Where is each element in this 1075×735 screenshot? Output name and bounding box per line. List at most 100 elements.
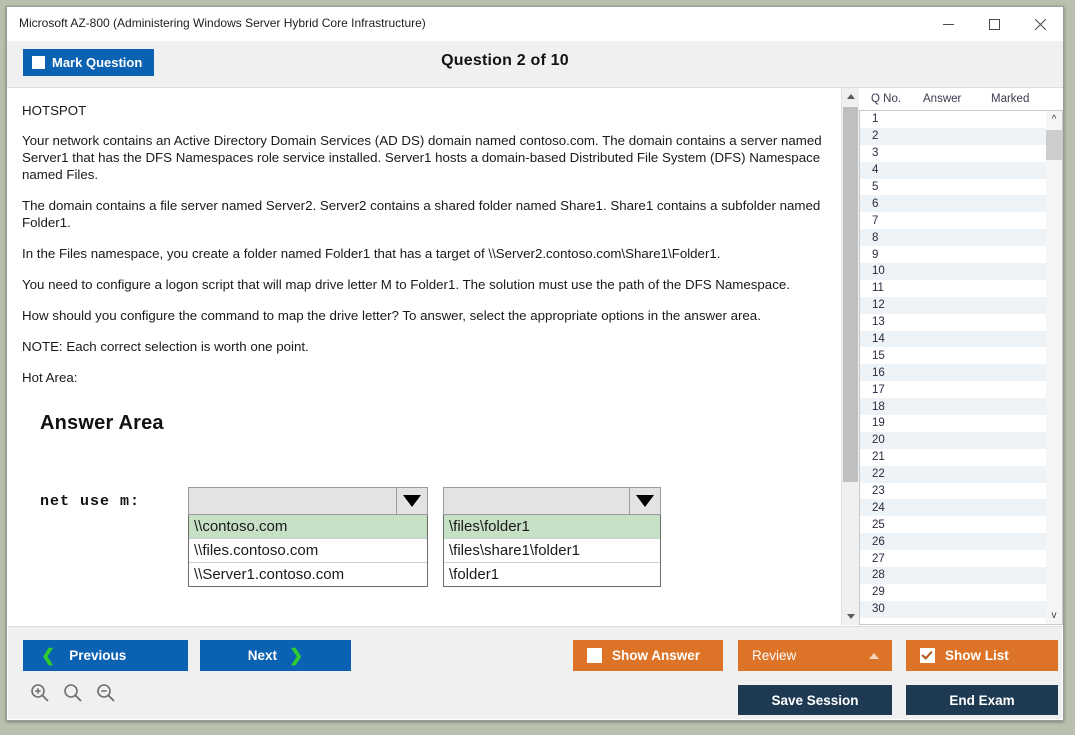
- dropdown-namespace-path-button[interactable]: [188, 487, 428, 515]
- close-icon[interactable]: [1017, 7, 1063, 41]
- table-row[interactable]: 7: [860, 212, 1046, 230]
- maximize-icon[interactable]: [971, 7, 1017, 41]
- cell-question-number: 8: [872, 231, 879, 244]
- content-scrollbar[interactable]: [841, 88, 859, 625]
- minimize-icon[interactable]: [925, 7, 971, 41]
- cell-question-number: 10: [872, 265, 885, 278]
- cell-question-number: 18: [872, 400, 885, 413]
- caret-up-icon: [869, 652, 879, 659]
- question-counter: Question 2 of 10: [441, 52, 569, 69]
- table-row[interactable]: 30: [860, 600, 1046, 618]
- triangle-down-icon[interactable]: [396, 488, 427, 514]
- dropdown-option[interactable]: \files\folder1: [444, 515, 660, 539]
- cell-question-number: 27: [872, 552, 885, 565]
- hotspot-label: HOTSPOT: [22, 103, 87, 118]
- show-answer-button[interactable]: Show Answer: [573, 640, 723, 671]
- triangle-down-icon[interactable]: [629, 488, 660, 514]
- cell-question-number: 9: [872, 248, 879, 261]
- show-list-button[interactable]: Show List: [906, 640, 1058, 671]
- question-list-panel: Q No. Answer Marked 1 2 3 4 5 6 7 8 9 10 11 12 13 14 1…: [859, 88, 1063, 625]
- dropdown-folder-path-button[interactable]: [443, 487, 661, 515]
- table-row[interactable]: 13: [860, 313, 1046, 331]
- cell-question-number: 22: [872, 468, 885, 481]
- review-dropdown-button[interactable]: Review: [738, 640, 892, 671]
- window-title: Microsoft AZ-800 (Administering Windows …: [19, 16, 426, 30]
- table-row[interactable]: 5: [860, 178, 1046, 196]
- table-row[interactable]: 18: [860, 398, 1046, 416]
- question-paragraph-2: The domain contains a file server named …: [22, 198, 821, 230]
- scroll-up-icon[interactable]: [842, 88, 859, 105]
- chevron-up-icon[interactable]: ^: [1046, 111, 1062, 128]
- review-label: Review: [752, 648, 797, 663]
- table-row[interactable]: 6: [860, 195, 1046, 213]
- show-list-label: Show List: [945, 648, 1009, 663]
- table-row[interactable]: 17: [860, 381, 1046, 399]
- zoom-out-icon[interactable]: [96, 683, 116, 703]
- table-row[interactable]: 16: [860, 364, 1046, 382]
- table-row[interactable]: 29: [860, 583, 1046, 601]
- cell-question-number: 23: [872, 485, 885, 498]
- dropdown-namespace-path-options: \\contoso.com \\files.contoso.com \\Serv…: [188, 515, 428, 587]
- table-row[interactable]: 2: [860, 127, 1046, 145]
- table-row[interactable]: 11: [860, 279, 1046, 297]
- question-paragraph-3: In the Files namespace, you create a fol…: [22, 246, 721, 261]
- question-list-header: Q No. Answer Marked: [859, 88, 1063, 110]
- question-paragraph-7: Hot Area:: [22, 370, 78, 385]
- table-row[interactable]: 20: [860, 431, 1046, 449]
- previous-button[interactable]: ❮ Previous: [23, 640, 188, 671]
- exam-window: Microsoft AZ-800 (Administering Windows …: [6, 6, 1064, 721]
- table-row[interactable]: 27: [860, 550, 1046, 568]
- question-list-scrollbar-thumb[interactable]: [1046, 130, 1062, 160]
- cell-question-number: 20: [872, 434, 885, 447]
- cell-question-number: 28: [872, 569, 885, 582]
- zoom-in-icon[interactable]: [30, 683, 50, 703]
- cell-question-number: 2: [872, 130, 879, 143]
- question-list-scrollbar[interactable]: ^ v: [1046, 110, 1063, 625]
- question-content: Your network contains an Active Director…: [8, 88, 840, 625]
- table-row[interactable]: 1: [860, 111, 1046, 128]
- show-list-checkbox-icon: [920, 648, 935, 663]
- cell-question-number: 12: [872, 299, 885, 312]
- cell-question-number: 30: [872, 603, 885, 616]
- previous-label: Previous: [69, 648, 127, 663]
- table-row[interactable]: 25: [860, 516, 1046, 534]
- column-header-answer: Answer: [923, 93, 962, 105]
- table-row[interactable]: 28: [860, 567, 1046, 584]
- dropdown-option[interactable]: \\contoso.com: [189, 515, 427, 539]
- cell-question-number: 21: [872, 451, 885, 464]
- hot-area: net use m: \\contoso.com \\files.contoso…: [40, 487, 824, 607]
- command-prefix: net use m:: [40, 493, 141, 510]
- dropdown-folder-path-options: \files\folder1 \files\share1\folder1 \fo…: [443, 515, 661, 587]
- table-row[interactable]: 12: [860, 296, 1046, 314]
- dropdown-namespace-path-value: [189, 488, 396, 514]
- table-row[interactable]: 26: [860, 533, 1046, 551]
- table-row[interactable]: 14: [860, 330, 1046, 348]
- chevron-down-icon[interactable]: v: [1046, 607, 1062, 624]
- content-scrollbar-thumb[interactable]: [843, 107, 858, 482]
- dropdown-option[interactable]: \\files.contoso.com: [189, 539, 427, 563]
- table-row[interactable]: 22: [860, 465, 1046, 483]
- end-exam-button[interactable]: End Exam: [906, 685, 1058, 715]
- table-row[interactable]: 15: [860, 347, 1046, 365]
- window-controls: [925, 7, 1063, 41]
- dropdown-option[interactable]: \\Server1.contoso.com: [189, 563, 427, 586]
- table-row[interactable]: 21: [860, 448, 1046, 466]
- next-label: Next: [247, 648, 277, 663]
- table-row[interactable]: 19: [860, 415, 1046, 432]
- table-row[interactable]: 9: [860, 246, 1046, 264]
- zoom-icon[interactable]: [63, 683, 83, 703]
- save-session-button[interactable]: Save Session: [738, 685, 892, 715]
- question-list-body[interactable]: 1 2 3 4 5 6 7 8 9 10 11 12 13 14 15 16 17 18 19 20 21 22 23 24 2…: [859, 110, 1046, 625]
- cell-question-number: 25: [872, 518, 885, 531]
- table-row[interactable]: 3: [860, 144, 1046, 162]
- next-button[interactable]: Next ❯: [200, 640, 351, 671]
- dropdown-option[interactable]: \folder1: [444, 563, 660, 586]
- scroll-down-icon[interactable]: [842, 608, 859, 625]
- table-row[interactable]: 10: [860, 263, 1046, 280]
- table-row[interactable]: 24: [860, 499, 1046, 517]
- show-answer-checkbox-icon: [587, 648, 602, 663]
- table-row[interactable]: 4: [860, 161, 1046, 179]
- table-row[interactable]: 8: [860, 229, 1046, 247]
- dropdown-option[interactable]: \files\share1\folder1: [444, 539, 660, 563]
- table-row[interactable]: 23: [860, 482, 1046, 500]
